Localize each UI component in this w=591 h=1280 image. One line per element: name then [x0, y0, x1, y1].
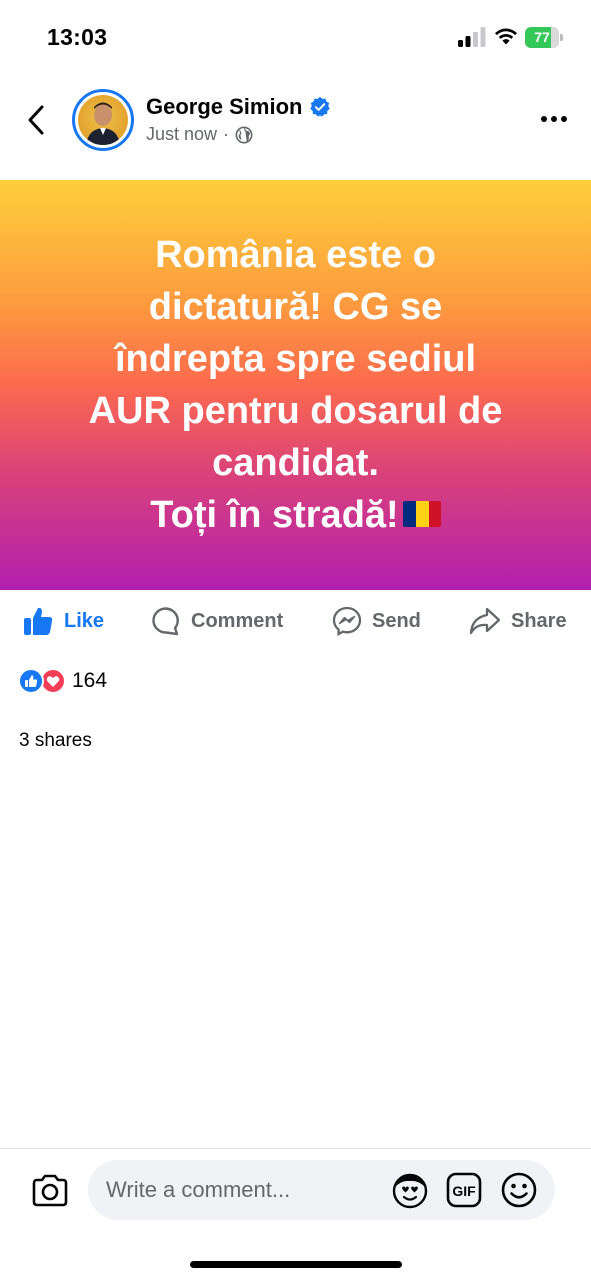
wifi-icon: [495, 28, 517, 45]
like-button[interactable]: Like: [22, 604, 104, 638]
like-label: Like: [64, 609, 105, 632]
meta-separator: ·: [223, 124, 230, 144]
share-label: Share: [511, 609, 567, 632]
shares-count[interactable]: 3 shares: [19, 730, 92, 752]
post-text: România este o dictatură! CG se îndrepta…: [36, 229, 556, 541]
post-text-line: dictatură! CG se: [148, 286, 443, 328]
comment-button[interactable]: Comment: [151, 604, 283, 638]
post-text-line: România este o: [155, 234, 436, 276]
back-button[interactable]: [18, 100, 54, 140]
more-options-button[interactable]: [534, 106, 574, 132]
more-dots-icon: [541, 116, 547, 122]
comment-label: Comment: [191, 609, 284, 632]
verified-badge-icon: [310, 96, 330, 117]
avatar-sticker-icon[interactable]: [390, 1171, 430, 1209]
battery-percent: 77: [534, 29, 550, 45]
camera-icon[interactable]: [30, 1173, 70, 1209]
post-text-line: candidat.: [212, 442, 379, 484]
author-avatar[interactable]: [72, 89, 134, 151]
post-meta: Just now ·: [146, 124, 253, 145]
action-bar: Like Comment Send Share: [0, 590, 591, 652]
post-time: Just now: [146, 124, 218, 144]
reactions-summary[interactable]: 164: [18, 666, 107, 696]
globe-icon: [235, 126, 253, 143]
status-bar: 13:03 77: [0, 0, 591, 76]
gif-label: GIF: [452, 1183, 476, 1199]
person-photo-icon: [86, 102, 120, 145]
comment-bar: GIF: [0, 1148, 591, 1280]
comment-input[interactable]: [106, 1160, 386, 1220]
post-text-line: Toți în stradă!: [150, 494, 399, 536]
gif-icon[interactable]: GIF: [446, 1172, 482, 1208]
post-text-line-last: Toți în stradă!: [36, 489, 556, 541]
author-name[interactable]: George Simion: [146, 94, 302, 120]
post-text-line: îndrepta spre sediul: [114, 338, 477, 380]
thumbs-up-icon: [24, 607, 53, 635]
send-button[interactable]: Send: [332, 604, 421, 638]
send-label: Send: [372, 609, 421, 632]
post-text-line: AUR pentru dosarul de: [88, 390, 503, 432]
reaction-count: 164: [72, 669, 108, 692]
chevron-left-icon: [28, 105, 44, 135]
share-button[interactable]: Share: [469, 604, 567, 638]
share-arrow-icon: [469, 607, 501, 635]
messenger-icon: [332, 606, 362, 636]
comment-field: GIF: [88, 1160, 555, 1220]
battery-icon: 77: [525, 27, 563, 48]
romania-flag-icon: [402, 500, 441, 527]
signal-icon: [458, 27, 486, 47]
comment-bubble-icon: [152, 607, 179, 636]
post-banner: România este o dictatură! CG se îndrepta…: [0, 180, 591, 590]
avatar: [78, 95, 128, 145]
like-reaction-icon: [18, 668, 44, 694]
status-time: 13:03: [47, 24, 108, 50]
home-indicator[interactable]: [190, 1261, 402, 1268]
emoji-icon[interactable]: [500, 1171, 538, 1209]
post-header: George Simion Just now ·: [0, 76, 591, 180]
